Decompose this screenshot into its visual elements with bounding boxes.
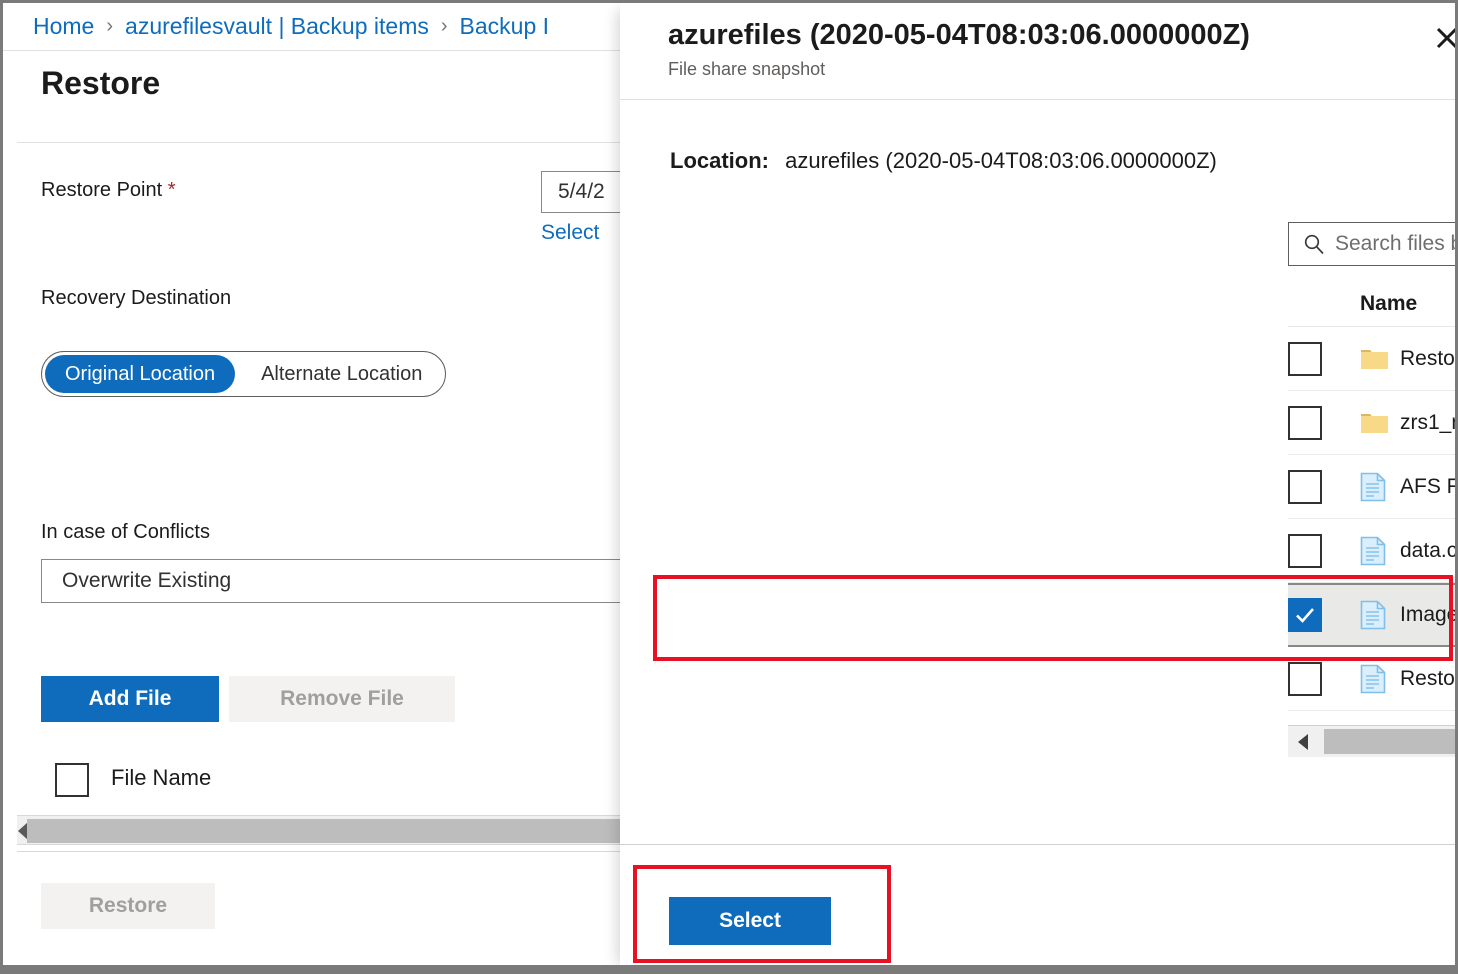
breadcrumb-item-home[interactable]: Home xyxy=(33,13,94,40)
table-row[interactable]: Restore Test.txtFile42 B xyxy=(1288,647,1458,711)
blade-horizontal-scrollbar[interactable] xyxy=(17,815,703,845)
row-checkbox-cell xyxy=(1288,406,1360,440)
recovery-destination-toggle: Original Location Alternate Location xyxy=(41,351,446,397)
row-name-cell: Restore xyxy=(1360,346,1458,372)
table-row[interactable]: zrs1_restoreDirectory xyxy=(1288,391,1458,455)
row-name-text: AFS Restore Perform… xyxy=(1400,475,1458,499)
select-button[interactable]: Select xyxy=(669,897,831,945)
window-bottom-bar xyxy=(3,965,1455,971)
scrollbar-thumb[interactable] xyxy=(1324,729,1458,754)
close-icon[interactable] xyxy=(1430,21,1458,55)
pane-header: azurefiles (2020-05-04T08:03:06.0000000Z… xyxy=(620,3,1458,100)
row-checkbox[interactable] xyxy=(1288,470,1322,504)
row-checkbox[interactable] xyxy=(1288,342,1322,376)
row-checkbox-cell xyxy=(1288,662,1360,696)
conflicts-label: In case of Conflicts xyxy=(41,521,210,544)
restore-blade: Home › azurefilesvault | Backup items › … xyxy=(3,3,703,971)
file-table: Name Type Size RestoreDirectoryzrs1_rest… xyxy=(1288,281,1458,711)
row-name-text: zrs1_restore xyxy=(1400,411,1458,435)
pane-subtitle: File share snapshot xyxy=(668,59,825,80)
file-table-header: Name Type Size xyxy=(1288,281,1458,327)
pane-title: azurefiles (2020-05-04T08:03:06.0000000Z… xyxy=(668,19,1250,52)
scrollbar-thumb[interactable] xyxy=(27,819,703,843)
file-icon xyxy=(1360,664,1400,694)
row-checkbox-cell xyxy=(1288,470,1360,504)
folder-icon xyxy=(1360,410,1400,436)
row-name-text: Image.png xyxy=(1400,603,1458,627)
location-value: azurefiles (2020-05-04T08:03:06.0000000Z… xyxy=(785,148,1217,173)
location-label: Location: xyxy=(670,148,769,173)
page-title: Restore xyxy=(41,65,160,102)
pane-horizontal-scrollbar[interactable] xyxy=(1288,725,1458,757)
file-icon xyxy=(1360,472,1400,502)
remove-file-button: Remove File xyxy=(229,676,455,722)
table-row[interactable]: Image.pngFile56.68 Ki xyxy=(1288,583,1458,647)
row-checkbox-cell xyxy=(1288,534,1360,568)
row-checkbox-cell xyxy=(1288,342,1360,376)
row-name-text: Restore Test.txt xyxy=(1400,667,1458,691)
row-checkbox[interactable] xyxy=(1288,406,1322,440)
search-placeholder: Search files by prefix xyxy=(1335,232,1458,256)
scroll-left-arrow-icon[interactable] xyxy=(1298,734,1308,750)
row-name-cell: zrs1_restore xyxy=(1360,410,1458,436)
table-row[interactable]: RestoreDirectory xyxy=(1288,327,1458,391)
column-header-name: Name xyxy=(1360,292,1458,316)
table-row[interactable]: AFS Restore Perform…File147.24 K xyxy=(1288,455,1458,519)
toggle-option-alternate-location[interactable]: Alternate Location xyxy=(241,355,442,393)
row-name-cell: Image.png xyxy=(1360,600,1458,630)
row-name-cell: Restore Test.txt xyxy=(1360,664,1458,694)
file-picker-pane: azurefiles (2020-05-04T08:03:06.0000000Z… xyxy=(620,3,1458,971)
row-name-cell: AFS Restore Perform… xyxy=(1360,472,1458,502)
toggle-option-original-location[interactable]: Original Location xyxy=(45,355,235,393)
file-list-column-header-name: File Name xyxy=(111,765,211,791)
search-input[interactable]: Search files by prefix xyxy=(1288,222,1458,266)
folder-icon xyxy=(1360,346,1400,372)
row-checkbox[interactable] xyxy=(1288,662,1322,696)
row-name-text: data.csv xyxy=(1400,539,1458,563)
breadcrumb-item-vault[interactable]: azurefilesvault | Backup items xyxy=(125,13,429,40)
restore-point-select-link[interactable]: Select xyxy=(541,221,599,245)
row-checkbox-cell xyxy=(1288,598,1360,632)
breadcrumb-item-backup[interactable]: Backup I xyxy=(460,13,550,40)
title-divider xyxy=(17,142,703,143)
row-name-text: Restore xyxy=(1400,347,1458,371)
pane-footer-divider xyxy=(620,844,1458,845)
row-name-cell: data.csv xyxy=(1360,536,1458,566)
chevron-right-icon: › xyxy=(441,15,448,38)
restore-point-label: Restore Point * xyxy=(41,179,176,202)
file-icon xyxy=(1360,600,1400,630)
search-icon xyxy=(1303,233,1325,255)
row-checkbox[interactable] xyxy=(1288,534,1322,568)
required-indicator: * xyxy=(168,179,176,201)
restore-button: Restore xyxy=(41,883,215,929)
add-file-button[interactable]: Add File xyxy=(41,676,219,722)
file-table-body: RestoreDirectoryzrs1_restoreDirectoryAFS… xyxy=(1288,327,1458,711)
row-checkbox-checked[interactable] xyxy=(1288,598,1322,632)
recovery-destination-label: Recovery Destination xyxy=(41,287,231,310)
file-list-select-all-checkbox[interactable] xyxy=(55,763,89,797)
breadcrumb: Home › azurefilesvault | Backup items › … xyxy=(3,3,703,51)
blade-footer-divider xyxy=(17,851,703,852)
chevron-right-icon: › xyxy=(106,15,113,38)
location-row: Location: azurefiles (2020-05-04T08:03:0… xyxy=(670,148,1217,174)
table-row[interactable]: data.csvFile375 B xyxy=(1288,519,1458,583)
screen: Home › azurefilesvault | Backup items › … xyxy=(0,0,1458,974)
file-icon xyxy=(1360,536,1400,566)
